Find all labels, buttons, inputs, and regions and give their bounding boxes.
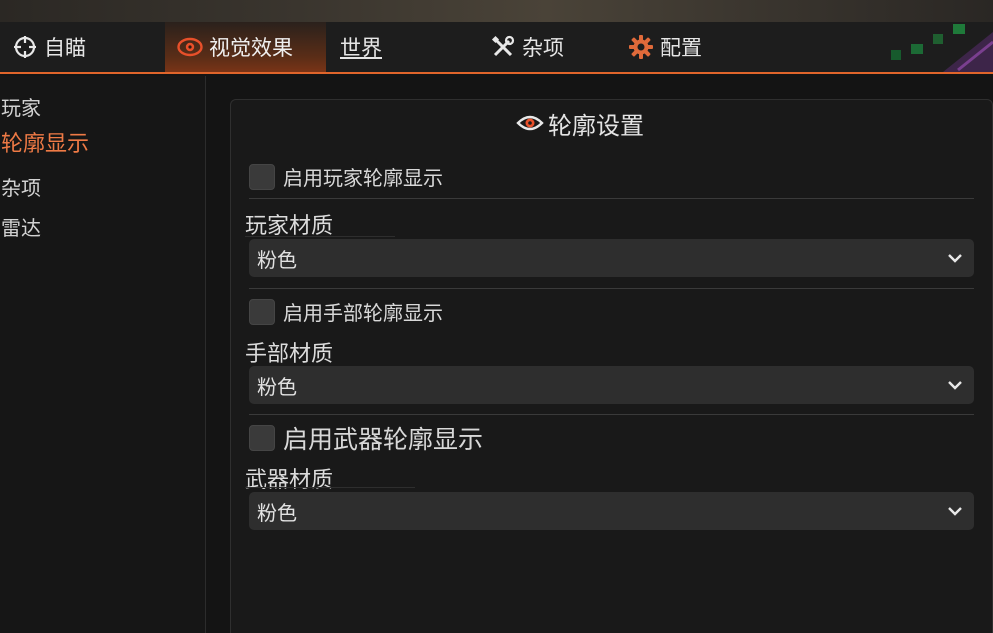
player-outline-checkbox[interactable] — [249, 163, 275, 190]
tab-misc[interactable]: 杂项 — [490, 22, 564, 72]
tab-aimbot[interactable]: 自瞄 — [12, 22, 86, 72]
chevron-down-icon — [946, 249, 964, 267]
gear-icon — [628, 34, 654, 60]
top-tab-bar: 自瞄 视觉效果 世界 杂项 配置 — [0, 22, 993, 74]
crosshair-icon — [12, 34, 38, 60]
label-underline — [245, 487, 415, 488]
divider — [249, 288, 974, 289]
tools-icon — [490, 34, 516, 60]
weapon-outline-label: 启用武器轮廓显示 — [283, 425, 484, 454]
weapon-material-label: 武器材质 — [245, 468, 334, 493]
chevron-down-icon — [946, 502, 964, 520]
sidebar-item-misc[interactable]: 杂项 — [1, 172, 41, 201]
eye-icon — [516, 112, 544, 134]
tab-misc-label: 杂项 — [522, 36, 564, 60]
sidebar: 玩家 轮廓显示 杂项 雷达 — [0, 76, 206, 633]
outline-settings-panel: 轮廓设置 启用玩家轮廓显示 玩家材质 粉色 启用手部轮廓显示 手部材质 粉色 启… — [230, 99, 993, 633]
hand-material-label: 手部材质 — [245, 342, 334, 367]
label-underline — [245, 236, 395, 237]
weapon-material-select[interactable]: 粉色 — [249, 492, 974, 530]
tab-visuals-label: 视觉效果 — [209, 36, 293, 60]
sidebar-item-radar[interactable]: 雷达 — [1, 212, 41, 241]
chevron-down-icon — [946, 376, 964, 394]
player-material-select[interactable]: 粉色 — [249, 239, 974, 277]
tab-world[interactable]: 世界 — [340, 22, 382, 72]
player-outline-label: 启用玩家轮廓显示 — [283, 166, 443, 190]
sidebar-item-outline[interactable]: 轮廓显示 — [1, 126, 89, 158]
weapon-outline-checkbox[interactable] — [249, 425, 275, 451]
divider — [249, 414, 974, 415]
tab-config-label: 配置 — [660, 36, 702, 60]
tab-world-label: 世界 — [340, 36, 382, 60]
decorative-corner-graphic — [883, 22, 993, 72]
player-outline-checkbox-row[interactable]: 启用玩家轮廓显示 — [249, 162, 443, 191]
weapon-outline-checkbox-row[interactable]: 启用武器轮廓显示 — [249, 420, 483, 456]
panel-title-text: 轮廓设置 — [548, 111, 644, 140]
weapon-material-value: 粉色 — [257, 500, 297, 525]
hand-material-select[interactable]: 粉色 — [249, 366, 974, 404]
hand-outline-label: 启用手部轮廓显示 — [283, 301, 443, 325]
panel-title: 轮廓设置 — [516, 106, 644, 140]
tab-visuals[interactable]: 视觉效果 — [165, 22, 326, 72]
hand-material-value: 粉色 — [257, 374, 297, 399]
tab-aimbot-label: 自瞄 — [44, 36, 86, 60]
tab-config[interactable]: 配置 — [628, 22, 702, 72]
game-background-strip — [0, 0, 993, 22]
eye-icon — [177, 34, 203, 60]
divider — [249, 198, 974, 199]
hand-outline-checkbox[interactable] — [249, 298, 275, 325]
hand-outline-checkbox-row[interactable]: 启用手部轮廓显示 — [249, 297, 443, 326]
sidebar-item-player[interactable]: 玩家 — [1, 92, 41, 121]
player-material-value: 粉色 — [257, 247, 297, 272]
